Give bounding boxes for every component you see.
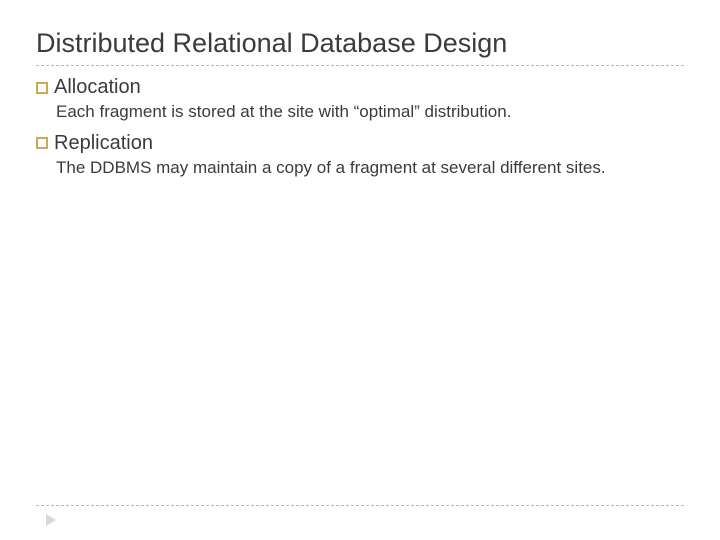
- arrow-icon: [46, 514, 56, 526]
- square-bullet-icon: [36, 137, 48, 149]
- bullet-body: The DDBMS may maintain a copy of a fragm…: [36, 157, 684, 180]
- slide: Distributed Relational Database Design A…: [0, 0, 720, 180]
- bullet-item: Replication The DDBMS may maintain a cop…: [36, 132, 684, 180]
- bullet-heading: Replication: [54, 132, 153, 155]
- bullet-body: Each fragment is stored at the site with…: [36, 101, 684, 124]
- bullet-head: Replication: [36, 132, 684, 155]
- slide-title: Distributed Relational Database Design: [36, 28, 684, 65]
- bullet-item: Allocation Each fragment is stored at th…: [36, 76, 684, 124]
- bullet-head: Allocation: [36, 76, 684, 99]
- title-divider: [36, 65, 684, 66]
- square-bullet-icon: [36, 82, 48, 94]
- footer-divider: [36, 505, 684, 506]
- bullet-heading: Allocation: [54, 76, 141, 99]
